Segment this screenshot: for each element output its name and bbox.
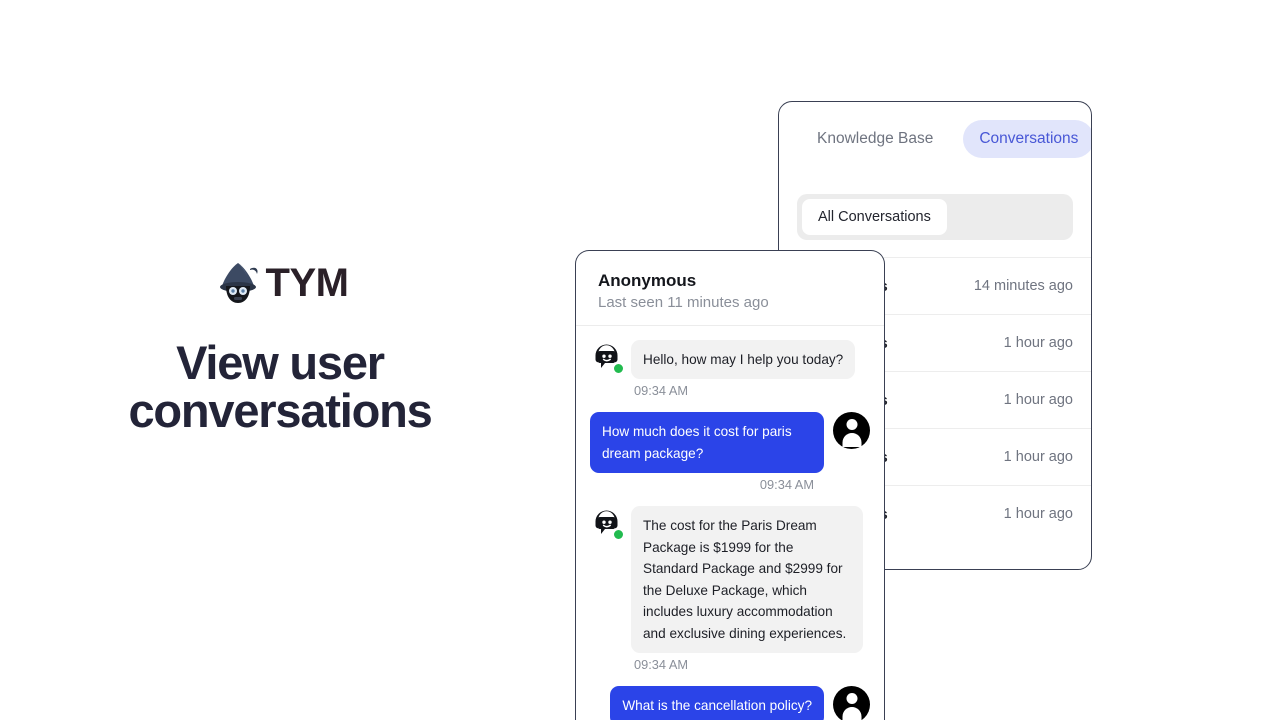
- conversation-timestamp: 1 hour ago: [1004, 449, 1073, 465]
- conversation-timestamp: 1 hour ago: [1004, 335, 1073, 351]
- page-title-line-2: conversations: [128, 387, 431, 435]
- bot-avatar-icon: [590, 340, 623, 373]
- brand-wordmark: TYM: [266, 263, 349, 303]
- chat-contact-name: Anonymous: [598, 271, 862, 291]
- wizard-robot-icon: [212, 257, 264, 309]
- conversation-timestamp: 1 hour ago: [1004, 506, 1073, 522]
- tab-conversations[interactable]: Conversations: [963, 120, 1092, 158]
- panel-tab-bar: Knowledge Base Conversations: [779, 102, 1091, 158]
- conversation-filter-bar: All Conversations: [797, 194, 1073, 240]
- online-status-dot: [613, 363, 624, 374]
- chat-panel: Anonymous Last seen 11 minutes ago Hello…: [575, 250, 885, 720]
- hero-block: TYM View user conversations: [0, 255, 560, 436]
- chat-message-user: How much does it cost for paris dream pa…: [590, 412, 870, 473]
- message-timestamp: 09:34 AM: [634, 383, 870, 398]
- message-text: The cost for the Paris Dream Package is …: [631, 506, 863, 653]
- message-text: Hello, how may I help you today?: [631, 340, 855, 379]
- chat-message-user: What is the cancellation policy?: [590, 686, 870, 720]
- message-text: What is the cancellation policy?: [610, 686, 824, 720]
- brand-logo: TYM: [212, 255, 349, 311]
- chat-message-list: Hello, how may I help you today? 09:34 A…: [576, 326, 884, 720]
- filter-all-conversations[interactable]: All Conversations: [802, 199, 947, 235]
- conversation-timestamp: 14 minutes ago: [974, 278, 1073, 294]
- chat-header: Anonymous Last seen 11 minutes ago: [576, 251, 884, 326]
- chat-message-bot: Hello, how may I help you today?: [590, 340, 870, 379]
- chat-message-bot: The cost for the Paris Dream Package is …: [590, 506, 870, 653]
- message-timestamp: 09:34 AM: [634, 657, 870, 672]
- message-timestamp: 09:34 AM: [590, 477, 814, 492]
- user-avatar-icon: [833, 412, 870, 449]
- bot-avatar-icon: [590, 506, 623, 539]
- user-avatar-icon: [833, 686, 870, 720]
- page-root: TYM View user conversations Knowledge Ba…: [0, 0, 1280, 720]
- conversation-timestamp: 1 hour ago: [1004, 392, 1073, 408]
- message-text: How much does it cost for paris dream pa…: [590, 412, 824, 473]
- chat-last-seen: Last seen 11 minutes ago: [598, 294, 862, 311]
- page-title: View user conversations: [128, 339, 431, 436]
- page-title-line-1: View user: [128, 339, 431, 387]
- tab-knowledge-base[interactable]: Knowledge Base: [801, 120, 949, 158]
